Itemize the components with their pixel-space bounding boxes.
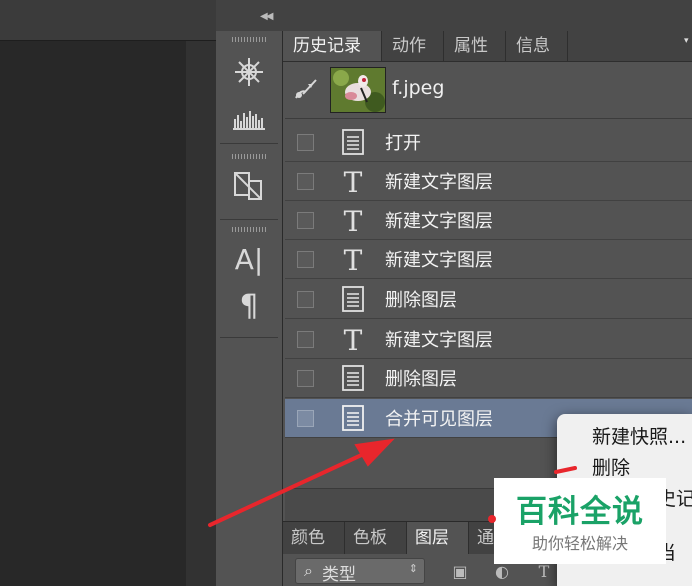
history-state-label: 新建文字图层 — [385, 330, 493, 351]
source-checkbox[interactable] — [297, 331, 314, 348]
document-icon — [340, 128, 366, 156]
svg-text:T: T — [344, 167, 363, 195]
menu-item-delete[interactable]: 删除 — [592, 453, 630, 480]
history-state-row[interactable]: T 新建文字图层 — [285, 240, 692, 279]
watermark-title: 百科全说 — [516, 494, 644, 530]
collapse-panels-icon[interactable]: ◀◀ — [260, 11, 273, 22]
layer-kind-filter[interactable]: ⌕ 类型 ⇕ — [295, 558, 425, 585]
type-layer-filter-icon[interactable]: T — [534, 562, 554, 582]
history-state-label: 打开 — [385, 133, 421, 154]
source-checkbox[interactable] — [297, 410, 314, 427]
history-state-row[interactable]: 删除图层 — [285, 359, 692, 398]
history-state-label: 新建文字图层 — [385, 211, 493, 232]
history-state-label: 删除图层 — [385, 369, 457, 390]
type-icon: T — [340, 166, 366, 199]
history-state-label: 删除图层 — [385, 290, 457, 311]
source-checkbox[interactable] — [297, 212, 314, 229]
document-icon — [340, 285, 366, 313]
search-icon: ⌕ — [304, 561, 313, 580]
watermark-subtitle: 助你轻松解决 — [531, 534, 628, 553]
document-icon — [340, 404, 366, 432]
tab-swatches[interactable]: 色板 — [345, 522, 407, 555]
panel-icon-strip: A| ¶ — [216, 31, 283, 586]
document-canvas[interactable] — [0, 0, 216, 586]
history-brush-icon[interactable] — [293, 76, 319, 102]
source-checkbox[interactable] — [297, 291, 314, 308]
menu-item-new-snapshot[interactable]: 新建快照... — [592, 422, 686, 449]
history-state-label: 合并可见图层 — [385, 409, 493, 430]
panel-dock-header — [216, 0, 692, 32]
history-state-row[interactable]: 删除图层 — [285, 280, 692, 319]
chevron-updown-icon: ⇕ — [408, 562, 418, 575]
tab-layers[interactable]: 图层 — [407, 522, 469, 555]
type-icon: T — [340, 324, 366, 357]
svg-text:T: T — [344, 206, 363, 234]
history-state-row[interactable]: 打开 — [285, 123, 692, 162]
grip-handle[interactable] — [232, 154, 266, 159]
paragraph-icon[interactable]: ¶ — [216, 289, 282, 324]
source-checkbox[interactable] — [297, 173, 314, 190]
document-icon — [340, 364, 366, 392]
history-state-label: 新建文字图层 — [385, 172, 493, 193]
history-state-label: 新建文字图层 — [385, 250, 493, 271]
tab-color[interactable]: 颜色 — [283, 522, 345, 555]
snapshot-name: f.jpeg — [392, 77, 445, 99]
type-icon: T — [340, 244, 366, 277]
pixel-layer-filter-icon[interactable]: ▣ — [450, 562, 470, 582]
tab-properties[interactable]: 属性 — [444, 31, 506, 61]
source-checkbox[interactable] — [297, 134, 314, 151]
grip-handle[interactable] — [232, 227, 266, 232]
snapshot-thumbnail — [330, 67, 386, 113]
navigator-icon[interactable] — [216, 55, 282, 93]
history-panel-tabs: 历史记录 动作 属性 信息 — [283, 31, 692, 62]
histogram-icon[interactable] — [216, 105, 282, 135]
canvas-scroll-strip[interactable] — [186, 41, 216, 586]
history-state-row[interactable]: T 新建文字图层 — [285, 201, 692, 240]
tab-history[interactable]: 历史记录 — [283, 31, 382, 61]
type-icon: T — [340, 205, 366, 238]
panel-menu-icon[interactable]: ▾ — [684, 36, 689, 46]
document-tab-bar — [0, 0, 216, 41]
character-icon[interactable]: A| — [216, 243, 282, 276]
svg-text:T: T — [344, 245, 363, 273]
watermark-logo: 百科全说 助你轻松解决 — [494, 478, 666, 564]
source-checkbox[interactable] — [297, 251, 314, 268]
tab-actions[interactable]: 动作 — [382, 31, 444, 61]
source-checkbox[interactable] — [297, 370, 314, 387]
history-state-row[interactable]: T 新建文字图层 — [285, 320, 692, 359]
history-state-row[interactable]: T 新建文字图层 — [285, 162, 692, 201]
transform-icon[interactable] — [216, 169, 282, 209]
tab-info[interactable]: 信息 — [506, 31, 568, 61]
layer-kind-filter-label: 类型 — [322, 565, 356, 585]
svg-text:T: T — [344, 325, 363, 353]
grip-handle[interactable] — [232, 37, 266, 42]
adjustment-layer-filter-icon[interactable]: ◐ — [492, 562, 512, 582]
